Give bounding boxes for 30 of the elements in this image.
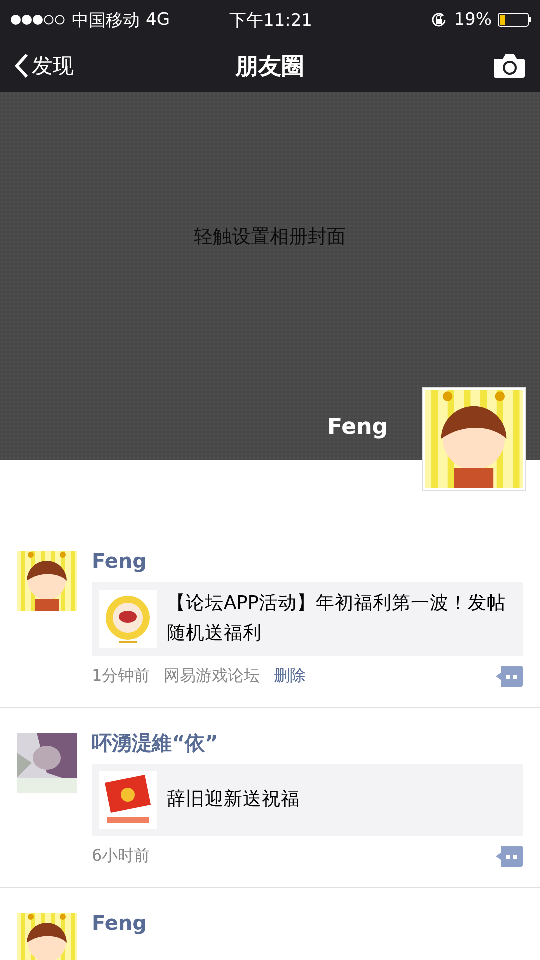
chevron-left-icon <box>14 53 30 79</box>
post-source: 网易游戏论坛 <box>164 666 260 687</box>
delete-link[interactable]: 删除 <box>274 666 306 687</box>
cover-hint: 轻触设置相册封面 <box>193 225 347 250</box>
cover-background[interactable]: 轻触设置相册封面 Feng <box>0 92 540 460</box>
link-card[interactable]: 【论坛APP活动】年初福利第一波！发帖随机送福利 <box>92 582 523 656</box>
back-button[interactable]: 发现 <box>14 52 134 80</box>
clock-time: 下午11:21 <box>230 10 312 32</box>
post-time: 6小时前 <box>92 846 150 867</box>
author-name[interactable]: Feng <box>92 908 523 938</box>
carrier-name: 中国移动 <box>72 10 140 32</box>
battery-icon <box>498 13 532 27</box>
user-name: Feng <box>328 415 388 440</box>
author-name[interactable]: 吥湧湜維“依” <box>92 728 523 758</box>
page-title: 朋友圈 <box>236 52 304 82</box>
comment-button[interactable] <box>495 846 523 867</box>
link-card[interactable]: 辞旧迎新送祝福 <box>92 764 523 836</box>
author-name[interactable]: Feng <box>92 546 523 576</box>
comment-button[interactable] <box>495 666 523 687</box>
signal-icon <box>10 14 66 26</box>
camera-button[interactable] <box>493 53 526 79</box>
comment-icon <box>495 666 523 687</box>
link-title: 辞旧迎新送祝福 <box>167 788 300 812</box>
post-time: 1分钟前 <box>92 666 150 687</box>
rotation-lock-icon <box>430 11 448 29</box>
battery-percent: 19% <box>454 10 492 30</box>
network-type: 4G <box>146 10 170 30</box>
comment-icon <box>495 846 523 867</box>
link-title: 【论坛APP活动】年初福利第一波！发帖随机送福利 <box>167 592 507 646</box>
camera-icon <box>493 53 526 79</box>
